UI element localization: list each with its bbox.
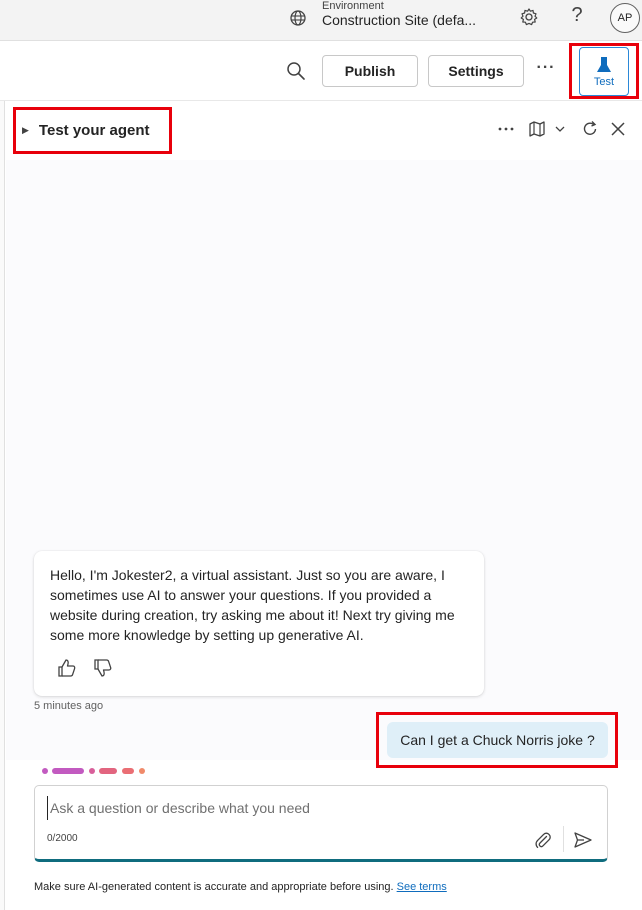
test-button-label: Test — [593, 75, 615, 88]
settings-button[interactable]: Settings — [428, 55, 524, 87]
environment-label: Environment — [322, 0, 384, 12]
chat-input-box: 0/2000 — [34, 785, 608, 862]
collapse-caret-icon[interactable]: ▶ — [22, 125, 29, 136]
user-message-bubble: Can I get a Chuck Norris joke ? — [387, 722, 608, 758]
message-timestamp: 5 minutes ago — [34, 700, 104, 712]
test-button[interactable]: Test — [579, 47, 629, 96]
more-icon[interactable] — [497, 119, 515, 139]
thumbs-up-icon[interactable] — [56, 657, 78, 679]
thumbs-down-icon[interactable] — [92, 657, 114, 679]
panel-title: Test your agent — [38, 121, 150, 139]
avatar[interactable]: AP — [610, 3, 640, 33]
char-count: 0/2000 — [47, 833, 78, 844]
search-icon[interactable] — [285, 60, 307, 82]
help-icon[interactable]: ? — [568, 4, 586, 30]
publish-button[interactable]: Publish — [322, 55, 418, 87]
typing-indicator-icon — [42, 768, 145, 774]
chevron-down-icon[interactable] — [554, 119, 566, 139]
close-icon[interactable] — [610, 119, 626, 139]
map-icon[interactable] — [528, 119, 546, 139]
ai-disclaimer: Make sure AI-generated content is accura… — [34, 881, 447, 893]
left-rail — [0, 101, 5, 910]
chat-input[interactable] — [47, 796, 587, 820]
globe-icon — [290, 10, 306, 26]
environment-picker[interactable]: Construction Site (defa... — [322, 12, 476, 28]
disclaimer-text: Make sure AI-generated content is accura… — [34, 881, 394, 893]
test-panel-header[interactable]: ▶ Test your agent — [22, 113, 150, 147]
send-icon[interactable] — [573, 830, 593, 850]
top-bar: Environment Construction Site (defa... ?… — [0, 0, 642, 41]
command-bar: Publish Settings ··· Test — [0, 41, 642, 101]
gear-icon[interactable] — [518, 6, 540, 28]
attach-icon[interactable] — [533, 830, 553, 850]
more-options-button[interactable]: ··· — [535, 59, 557, 81]
see-terms-link[interactable]: See terms — [397, 881, 447, 893]
refresh-icon[interactable] — [581, 119, 599, 139]
bot-message-text: Hello, I'm Jokester2, a virtual assistan… — [50, 567, 455, 643]
bot-message-bubble: Hello, I'm Jokester2, a virtual assistan… — [34, 551, 484, 696]
input-divider — [563, 826, 564, 852]
flask-icon — [597, 56, 611, 72]
feedback-buttons — [56, 657, 114, 679]
